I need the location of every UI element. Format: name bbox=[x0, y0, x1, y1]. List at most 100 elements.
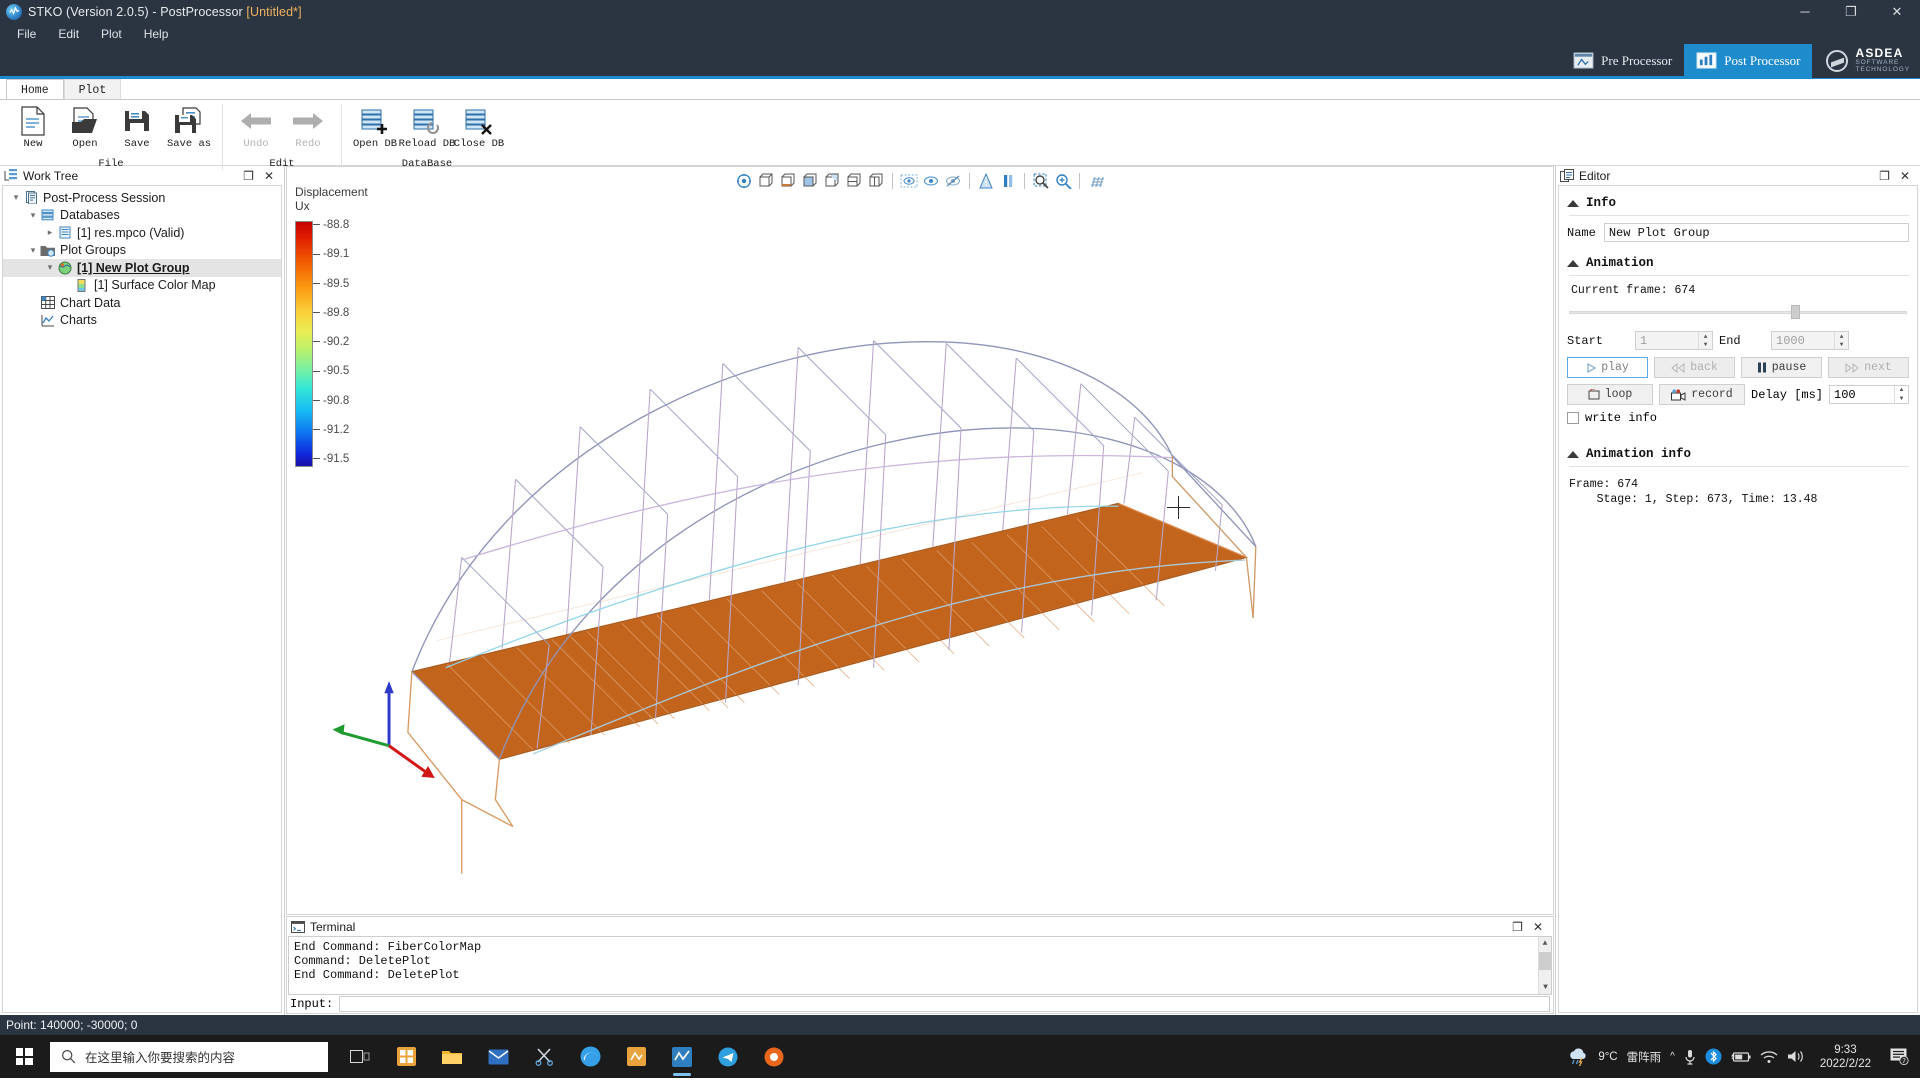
frame-slider-handle[interactable] bbox=[1791, 305, 1801, 319]
start-button[interactable] bbox=[0, 1035, 48, 1078]
ribbon-button-save-as[interactable]: Save as bbox=[163, 104, 215, 150]
tab-home[interactable]: Home bbox=[6, 79, 64, 99]
view-bottom-icon[interactable] bbox=[822, 171, 842, 191]
ribbon-button-undo[interactable]: Undo bbox=[230, 104, 282, 150]
section-animation-info-header[interactable]: Animation info bbox=[1567, 447, 1909, 461]
end-spin-down-icon[interactable]: ▼ bbox=[1835, 341, 1848, 350]
menu-plot[interactable]: Plot bbox=[90, 25, 133, 43]
tree-expand-arrow-icon[interactable]: ▾ bbox=[26, 245, 40, 256]
menu-file[interactable]: File bbox=[6, 25, 47, 43]
bluetooth-icon[interactable] bbox=[1705, 1048, 1722, 1065]
tree-item-1-surface-color-map[interactable]: [1] Surface Color Map bbox=[3, 277, 281, 295]
tree-expand-arrow-icon[interactable]: ▾ bbox=[26, 210, 40, 221]
edge-icon[interactable] bbox=[568, 1035, 612, 1078]
pause-button[interactable]: pause bbox=[1741, 357, 1822, 378]
delay-spin-up-icon[interactable]: ▲ bbox=[1895, 386, 1908, 395]
task-view-icon[interactable] bbox=[338, 1035, 382, 1078]
view-left-icon[interactable] bbox=[844, 171, 864, 191]
view-right-icon[interactable] bbox=[866, 171, 886, 191]
weather-icon[interactable] bbox=[1568, 1047, 1589, 1066]
taskbar-clock[interactable]: 9:33 2022/2/22 bbox=[1814, 1043, 1877, 1071]
work-tree-close-button[interactable]: ✕ bbox=[264, 170, 274, 182]
file-explorer-icon[interactable] bbox=[430, 1035, 474, 1078]
next-button[interactable]: next bbox=[1828, 357, 1909, 378]
start-spin-down-icon[interactable]: ▼ bbox=[1699, 341, 1712, 350]
zoom-fit-icon[interactable] bbox=[1053, 171, 1073, 191]
tab-plot[interactable]: Plot bbox=[63, 79, 122, 99]
perspective-icon[interactable] bbox=[976, 171, 996, 191]
work-tree-list[interactable]: ▾ Post-Process Session ▾ Databases ▸ [1] res.… bbox=[2, 185, 282, 1013]
ribbon-button-redo[interactable]: Redo bbox=[282, 104, 334, 150]
telegram-icon[interactable] bbox=[706, 1035, 750, 1078]
ribbon-button-open[interactable]: Open bbox=[59, 104, 111, 150]
pre-processor-button[interactable]: Pre Processor bbox=[1561, 44, 1684, 78]
grid-icon[interactable] bbox=[1086, 171, 1106, 191]
write-info-row[interactable]: write info bbox=[1567, 411, 1909, 425]
frame-slider[interactable] bbox=[1569, 305, 1907, 319]
minimize-button[interactable]: ─ bbox=[1782, 0, 1828, 23]
delay-spin-down-icon[interactable]: ▼ bbox=[1895, 395, 1908, 404]
terminal-scrollbar[interactable]: ▲ ▼ bbox=[1538, 937, 1551, 994]
scrollbar-thumb[interactable] bbox=[1539, 952, 1551, 970]
end-spin-up-icon[interactable]: ▲ bbox=[1835, 332, 1848, 341]
view-back-icon[interactable] bbox=[778, 171, 798, 191]
scissors-icon[interactable] bbox=[522, 1035, 566, 1078]
microphone-icon[interactable] bbox=[1684, 1049, 1696, 1065]
close-button[interactable]: ✕ bbox=[1874, 0, 1920, 23]
mail-icon[interactable] bbox=[476, 1035, 520, 1078]
terminal-close-button[interactable]: ✕ bbox=[1533, 921, 1543, 933]
post-processor-button[interactable]: Post Processor bbox=[1684, 43, 1813, 78]
section-info-header[interactable]: Info bbox=[1567, 196, 1909, 210]
scroll-up-arrow-icon[interactable]: ▲ bbox=[1539, 937, 1551, 950]
view-front-icon[interactable] bbox=[756, 171, 776, 191]
zoom-box-icon[interactable] bbox=[1031, 171, 1051, 191]
tray-expand-icon[interactable]: ^ bbox=[1670, 1051, 1675, 1062]
parallel-icon[interactable] bbox=[998, 171, 1018, 191]
name-input[interactable]: New Plot Group bbox=[1603, 223, 1909, 242]
tree-expand-arrow-icon[interactable]: ▾ bbox=[43, 262, 57, 273]
loop-button[interactable]: loop bbox=[1567, 384, 1653, 405]
browser-icon[interactable] bbox=[752, 1035, 796, 1078]
start-spinbox[interactable]: 1 ▲ ▼ bbox=[1635, 331, 1713, 350]
delay-spinbox[interactable]: 100 ▲ ▼ bbox=[1829, 385, 1910, 404]
store-icon[interactable] bbox=[384, 1035, 428, 1078]
tree-item-post-process-session[interactable]: ▾ Post-Process Session bbox=[3, 189, 281, 207]
record-button[interactable]: record bbox=[1659, 384, 1745, 405]
stko-app-icon[interactable] bbox=[660, 1035, 704, 1078]
battery-charging-icon[interactable] bbox=[1730, 1050, 1751, 1064]
back-button[interactable]: back bbox=[1654, 357, 1735, 378]
volume-icon[interactable] bbox=[1787, 1049, 1805, 1064]
tree-item-1-new-plot-group[interactable]: ▾ [1] New Plot Group bbox=[3, 259, 281, 277]
hide-icon[interactable] bbox=[943, 171, 963, 191]
show-all-icon[interactable] bbox=[921, 171, 941, 191]
play-button[interactable]: play bbox=[1567, 357, 1648, 378]
scroll-down-arrow-icon[interactable]: ▼ bbox=[1539, 981, 1551, 994]
write-info-checkbox[interactable] bbox=[1567, 412, 1579, 424]
editor-float-button[interactable]: ❐ bbox=[1879, 170, 1890, 182]
select-visible-icon[interactable] bbox=[899, 171, 919, 191]
view-top-icon[interactable] bbox=[800, 171, 820, 191]
ribbon-button-new[interactable]: New bbox=[7, 104, 59, 150]
ribbon-button-reload-db[interactable]: Reload DB bbox=[399, 104, 455, 150]
snipaste-icon[interactable] bbox=[614, 1035, 658, 1078]
editor-close-button[interactable]: ✕ bbox=[1900, 170, 1910, 182]
maximize-button[interactable]: ❐ bbox=[1828, 0, 1874, 23]
ribbon-button-open-db[interactable]: Open DB bbox=[349, 104, 401, 150]
menu-help[interactable]: Help bbox=[133, 25, 180, 43]
tree-item-charts[interactable]: Charts bbox=[3, 312, 281, 330]
tree-item-chart-data[interactable]: Chart Data bbox=[3, 294, 281, 312]
tree-item-databases[interactable]: ▾ Databases bbox=[3, 207, 281, 225]
terminal-float-button[interactable]: ❐ bbox=[1512, 921, 1523, 933]
menu-edit[interactable]: Edit bbox=[47, 25, 90, 43]
start-spin-up-icon[interactable]: ▲ bbox=[1699, 332, 1712, 341]
ribbon-button-close-db[interactable]: Close DB bbox=[453, 104, 505, 150]
viewport-3d[interactable]: Displacement Ux -88.8 -89.1 -89.5 -89.8 -90.… bbox=[286, 166, 1554, 915]
section-animation-header[interactable]: Animation bbox=[1567, 256, 1909, 270]
tree-item-1-res-mpco-valid[interactable]: ▸ [1] res.mpco (Valid) bbox=[3, 224, 281, 242]
tree-expand-arrow-icon[interactable]: ▸ bbox=[43, 227, 57, 238]
isometric-view-icon[interactable] bbox=[734, 171, 754, 191]
notifications-button[interactable]: 7 bbox=[1886, 1044, 1912, 1070]
work-tree-float-button[interactable]: ❐ bbox=[243, 170, 254, 182]
ribbon-button-save[interactable]: Save bbox=[111, 104, 163, 150]
tree-item-plot-groups[interactable]: ▾ Plot Groups bbox=[3, 242, 281, 260]
